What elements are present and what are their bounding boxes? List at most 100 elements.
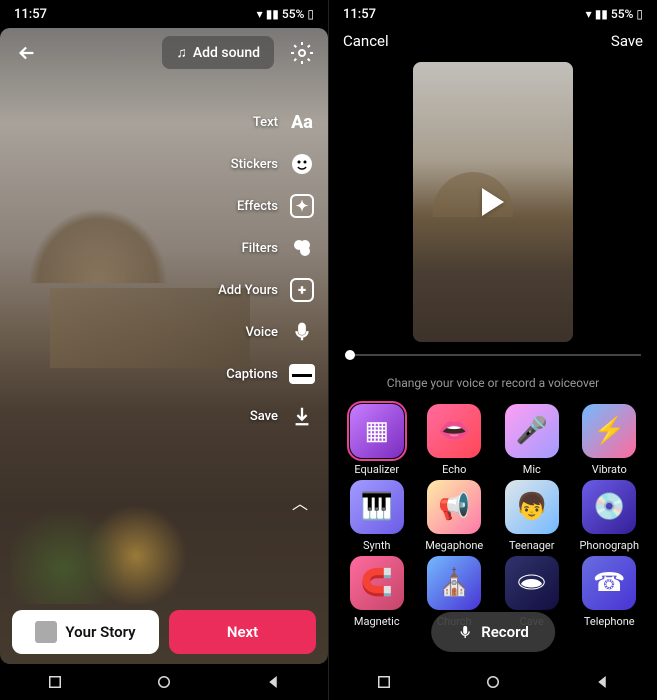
story-thumb [35, 621, 57, 643]
slider-handle[interactable] [345, 350, 355, 360]
next-button[interactable]: Next [169, 610, 316, 654]
effect-magnetic[interactable]: 🧲 Magnetic [339, 556, 415, 628]
wifi-icon: ▾ [586, 7, 592, 21]
music-icon: ♫ [176, 44, 187, 61]
tool-save[interactable]: Save [218, 402, 316, 430]
timeline-slider[interactable] [345, 354, 641, 356]
effect-icon: 🧲 [350, 556, 404, 610]
your-story-label: Your Story [65, 623, 135, 641]
tool-label: Filters [242, 241, 278, 256]
settings-button[interactable] [288, 39, 316, 67]
effect-icon: ☎ [582, 556, 636, 610]
editor-screen: 11:57 ▾ ▮▮ 55% ▯ ♫ Add sound Text Aa Stick… [0, 0, 328, 700]
effect-label: Echo [442, 463, 466, 476]
nav-recent[interactable] [375, 673, 393, 691]
effect-icon: ⛪ [427, 556, 481, 610]
save-button[interactable]: Save [611, 32, 643, 50]
effect-label: Megaphone [425, 539, 483, 552]
top-bar: ♫ Add sound [0, 36, 328, 69]
effect-echo[interactable]: 👄 Echo [417, 404, 493, 476]
effect-icon: ▦ [350, 404, 404, 458]
android-nav [0, 664, 328, 700]
effect-label: Telephone [584, 615, 635, 628]
status-bar: 11:57 ▾ ▮▮ 55% ▯ [329, 0, 657, 28]
your-story-button[interactable]: Your Story [12, 610, 159, 654]
clock: 11:57 [14, 7, 47, 22]
record-label: Record [481, 623, 529, 641]
modal-header: Cancel Save [329, 32, 657, 50]
nav-home[interactable] [484, 673, 502, 691]
effect-megaphone[interactable]: 📢 Megaphone [417, 480, 493, 552]
download-icon [288, 402, 316, 430]
tool-captions[interactable]: Captions▬▬ [218, 360, 316, 388]
cancel-button[interactable]: Cancel [343, 32, 389, 50]
next-label: Next [227, 623, 258, 641]
nav-back[interactable] [593, 673, 611, 691]
effect-teenager[interactable]: 👦 Teenager [494, 480, 570, 552]
add-sound-label: Add sound [193, 45, 260, 61]
battery-icon: ▯ [307, 7, 314, 21]
add-sound-button[interactable]: ♫ Add sound [162, 36, 274, 69]
tool-label: Text [253, 115, 278, 130]
star-icon: ✦ [288, 192, 316, 220]
record-button[interactable]: Record [431, 612, 555, 652]
mic-icon [288, 318, 316, 346]
effect-icon: 🎤 [505, 404, 559, 458]
tool-rail: Text Aa Stickers Effects ✦ Filters Add Yours + V… [218, 108, 316, 430]
status-right: ▾ ▮▮ 55% ▯ [257, 7, 314, 21]
video-thumbnail[interactable] [413, 62, 573, 342]
clock: 11:57 [343, 7, 376, 22]
sticker-icon [288, 150, 316, 178]
Aa-icon: Aa [288, 108, 316, 136]
effect-equalizer[interactable]: ▦Equalizer [339, 404, 415, 476]
effect-icon: 💿 [582, 480, 636, 534]
tool-label: Voice [245, 325, 278, 340]
android-nav [329, 664, 657, 700]
status-right: ▾ ▮▮ 55% ▯ [586, 7, 643, 21]
effect-icon: 📢 [427, 480, 481, 534]
effect-label: Mic [523, 463, 541, 476]
back-button[interactable] [12, 38, 42, 68]
tool-label: Add Yours [218, 283, 278, 298]
tool-label: Effects [237, 199, 278, 214]
effect-label: Vibrato [592, 463, 627, 476]
effect-label: Teenager [509, 539, 555, 552]
effect-icon: 🕳 [505, 556, 559, 610]
effect-icon: 👄 [427, 404, 481, 458]
tool-voice[interactable]: Voice [218, 318, 316, 346]
tool-effects[interactable]: Effects ✦ [218, 192, 316, 220]
effect-icon: 👦 [505, 480, 559, 534]
nav-back[interactable] [264, 673, 282, 691]
tool-label: Stickers [231, 157, 278, 172]
play-icon [482, 188, 504, 216]
effect-telephone[interactable]: ☎ Telephone [572, 556, 648, 628]
collapse-button[interactable]: ︿ [292, 490, 308, 514]
effect-mic[interactable]: 🎤 Mic [494, 404, 570, 476]
tool-filters[interactable]: Filters [218, 234, 316, 262]
battery-icon: ▯ [636, 7, 643, 21]
effect-icon: 🎹 [350, 480, 404, 534]
battery-text: 55% [282, 7, 304, 21]
effect-label: Phonograph [579, 539, 639, 552]
battery-text: 55% [611, 7, 633, 21]
signal-icon: ▮▮ [266, 7, 279, 21]
effect-label: Magnetic [354, 615, 400, 628]
circles-icon [288, 234, 316, 262]
nav-recent[interactable] [46, 673, 64, 691]
signal-icon: ▮▮ [595, 7, 608, 21]
voice-screen: 11:57 ▾ ▮▮ 55% ▯ Cancel Save Change your… [329, 0, 657, 700]
effect-phonograph[interactable]: 💿 Phonograph [572, 480, 648, 552]
tool-add-yours[interactable]: Add Yours + [218, 276, 316, 304]
status-bar: 11:57 ▾ ▮▮ 55% ▯ [0, 0, 328, 28]
wifi-icon: ▾ [257, 7, 263, 21]
tool-stickers[interactable]: Stickers [218, 150, 316, 178]
cc-icon: ▬▬ [288, 360, 316, 388]
nav-home[interactable] [155, 673, 173, 691]
bottom-actions: Your Story Next [12, 610, 316, 654]
mic-icon [457, 624, 473, 640]
effect-vibrato[interactable]: ⚡Vibrato [572, 404, 648, 476]
hint-text: Change your voice or record a voiceover [329, 376, 657, 390]
plus-icon: + [288, 276, 316, 304]
effect-synth[interactable]: 🎹Synth [339, 480, 415, 552]
tool-text[interactable]: Text Aa [218, 108, 316, 136]
